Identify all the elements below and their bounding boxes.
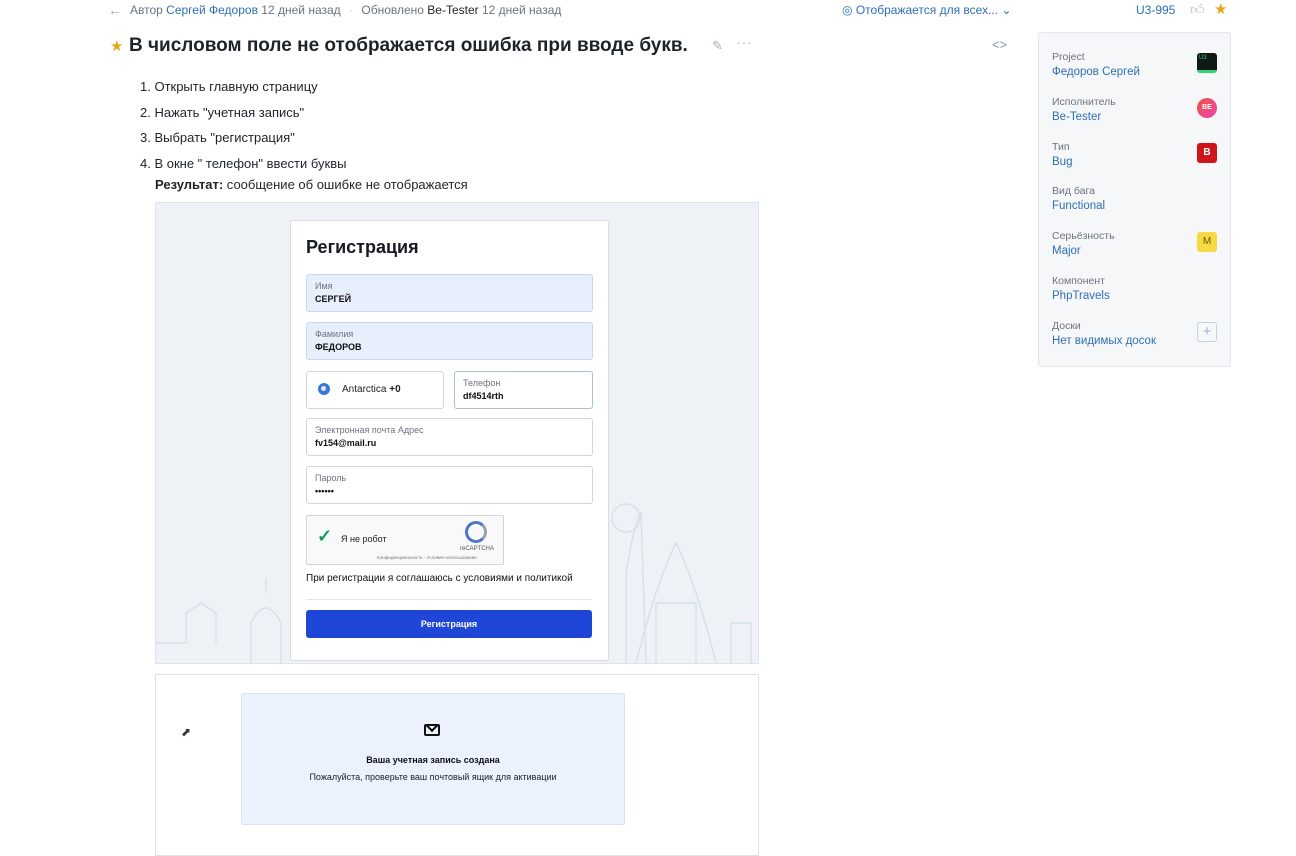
field-bug-kind: Вид бага Functional [1052, 185, 1222, 225]
author-info: Автор Сергей Федоров 12 дней назад · Обн… [130, 3, 561, 17]
thumbs-up-icon[interactable]: 👍︎ [1190, 1, 1205, 18]
phone-value: df4514rth [463, 391, 504, 401]
captcha-label: Я не робот [341, 534, 387, 544]
country-label: Antarctica +0 [342, 384, 401, 395]
field-assignee: Исполнитель Be-Tester BE [1052, 96, 1222, 136]
captcha-brand: reCAPTCHA [460, 546, 495, 552]
more-icon[interactable]: ··· [736, 34, 753, 50]
issue-details-sidebar: Project Федоров Сергей U3 Исполнитель Be… [1038, 32, 1231, 367]
success-title: Ваша учетная запись создана [366, 755, 500, 765]
issue-title-row: ★ В числовом поле не отображается ошибка… [108, 34, 1008, 60]
country-select[interactable]: Antarctica +0 [306, 371, 444, 409]
phone-field[interactable]: Телефон df4514rth [454, 371, 593, 409]
avatar: BE [1197, 98, 1217, 118]
author-time: 12 дней назад [261, 3, 341, 17]
field-label: Project [1052, 51, 1085, 63]
issue-title[interactable]: В числовом поле не отображается ошибка п… [129, 35, 688, 57]
bug-kind-link[interactable]: Functional [1052, 200, 1105, 212]
boards-link[interactable]: Нет видимых досок [1052, 335, 1156, 347]
last-name-value: ФЕДОРОВ [315, 342, 362, 352]
email-value: fv154@mail.ru [315, 438, 377, 448]
updated-by-link[interactable]: Be-Tester [427, 3, 478, 17]
first-name-value: СЕРГЕЙ [315, 294, 352, 304]
step-item: 4. В окне " телефон" ввести буквы [140, 155, 347, 171]
recaptcha-widget[interactable]: ✓ Я не робот reCAPTCHA Конфиденциальност… [306, 515, 504, 565]
globe-icon [318, 383, 330, 395]
severity-badge: M [1197, 232, 1217, 252]
meta-separator: · [349, 3, 354, 17]
field-boards: Доски Нет видимых досок + [1052, 320, 1222, 360]
form-divider [306, 599, 591, 600]
form-title: Регистрация [306, 237, 419, 257]
project-avatar: U3 [1197, 53, 1217, 73]
updated-time: 12 дней назад [482, 3, 562, 17]
captcha-terms[interactable]: Конфиденциальность - Условия использован… [377, 555, 477, 560]
first-name-label: Имя [315, 281, 333, 291]
issue-meta-bar: ← Автор Сергей Федоров 12 дней назад · О… [108, 0, 1238, 20]
project-link[interactable]: Федоров Сергей [1052, 66, 1140, 78]
cursor-icon: ⬈ [181, 725, 192, 739]
type-badge: B [1197, 143, 1217, 163]
result-line: Результат: сообщение об ошибке не отобра… [155, 177, 468, 192]
code-icon[interactable]: <> [992, 37, 1007, 52]
pencil-icon[interactable]: ✎ [712, 38, 723, 54]
severity-link[interactable]: Major [1052, 245, 1081, 257]
result-label: Результат: [155, 177, 224, 192]
country-name: Antarctica [342, 384, 387, 395]
register-button[interactable]: Регистрация [306, 610, 592, 638]
step-item: 3. Выбрать "регистрация" [140, 130, 295, 145]
chevron-down-icon: ⌄ [1001, 3, 1012, 17]
check-icon: ✓ [317, 526, 333, 546]
email-label: Электронная почта Адрес [315, 425, 424, 435]
agree-text: При регистрации я соглашаюсь с условиями… [306, 573, 573, 584]
first-name-field[interactable]: Имя СЕРГЕЙ [306, 274, 593, 312]
type-link[interactable]: Bug [1052, 156, 1072, 168]
success-panel: Ваша учетная запись создана Пожалуйста, … [241, 693, 625, 825]
assignee-link[interactable]: Be-Tester [1052, 111, 1101, 123]
eye-icon: ◎ [842, 3, 853, 17]
country-code: +0 [389, 384, 401, 395]
plus-icon[interactable]: + [1197, 322, 1217, 342]
steps-list: 1. Открыть главную страницу 2. Нажать "у… [140, 74, 346, 176]
updated-label: Обновлено [361, 3, 424, 17]
recaptcha-icon [465, 521, 487, 543]
result-text: сообщение об ошибке не отображается [223, 177, 468, 192]
field-label: Доски [1052, 320, 1081, 332]
star-icon[interactable]: ★ [110, 37, 123, 55]
mail-icon [424, 724, 440, 736]
last-name-field[interactable]: Фамилия ФЕДОРОВ [306, 322, 593, 360]
component-link[interactable]: PhpTravels [1052, 290, 1110, 302]
field-severity: Серьёзность Major M [1052, 230, 1222, 270]
star-icon[interactable]: ★ [1214, 0, 1227, 18]
author-label: Автор [130, 3, 163, 17]
field-label: Серьёзность [1052, 230, 1115, 242]
back-arrow-icon[interactable]: ← [108, 2, 122, 18]
password-value: •••••• [315, 486, 334, 496]
visibility-label: Отображается для всех... [855, 3, 999, 17]
password-field[interactable]: Пароль •••••• [306, 466, 593, 504]
success-screenshot[interactable]: ⬈ Ваша учетная запись создана Пожалуйста… [155, 674, 759, 856]
field-label: Тип [1052, 141, 1070, 153]
password-label: Пароль [315, 473, 347, 483]
step-item: 2. Нажать "учетная запись" [140, 104, 305, 120]
success-text: Пожалуйста, проверьте ваш почтовый ящик … [309, 772, 557, 782]
field-type: Тип Bug B [1052, 141, 1222, 181]
registration-form: Регистрация Имя СЕРГЕЙ Фамилия ФЕДОРОВ A… [290, 220, 609, 661]
field-label: Компонент [1052, 275, 1105, 287]
visibility-dropdown[interactable]: ◎ Отображается для всех... ⌄ [842, 3, 1011, 17]
author-link[interactable]: Сергей Федоров [166, 3, 258, 17]
step-item: 1. Открыть главную страницу [140, 79, 318, 94]
registration-screenshot[interactable]: ⬈ Регистрация Имя СЕРГЕЙ Фамилия ФЕДОРОВ… [155, 202, 759, 664]
field-label: Исполнитель [1052, 96, 1116, 108]
field-component: Компонент PhpTravels [1052, 275, 1222, 315]
last-name-label: Фамилия [315, 329, 354, 339]
field-label: Вид бага [1052, 185, 1095, 197]
field-project: Project Федоров Сергей U3 [1052, 51, 1222, 91]
phone-label: Телефон [463, 378, 501, 388]
email-field[interactable]: Электронная почта Адрес fv154@mail.ru [306, 418, 593, 456]
issue-key-link[interactable]: U3-995 [1136, 3, 1175, 17]
